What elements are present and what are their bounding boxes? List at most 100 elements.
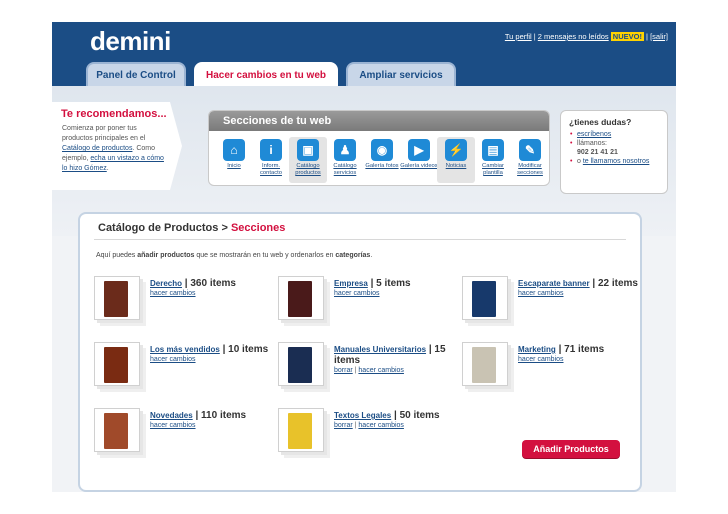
book-cover: [104, 347, 128, 383]
edit-category-link[interactable]: hacer cambios: [518, 356, 564, 363]
category-name-link[interactable]: Textos Legales: [334, 411, 391, 420]
category-name-link[interactable]: Marketing: [518, 345, 556, 354]
add-products-button[interactable]: Añadir Productos: [522, 440, 620, 458]
broadcast-icon: ⚡: [445, 139, 467, 161]
edit-category-link[interactable]: hacer cambios: [334, 290, 380, 297]
category-count: | 5 items: [370, 278, 411, 289]
book-cover: [472, 281, 496, 317]
category-count: | 71 items: [558, 344, 605, 355]
help-box: ¿tienes dudas? escríbenos llámanos: 902 2…: [560, 110, 668, 194]
catalog-panel: Catálogo de Productos > Secciones Aquí p…: [78, 212, 642, 492]
profile-link[interactable]: Tu perfil: [505, 32, 532, 41]
rec-text-1: Comienza por poner tus productos princip…: [62, 125, 146, 142]
edit-category-link[interactable]: hacer cambios: [150, 356, 196, 363]
category-info: Manuales Universitarios | 15 items borra…: [334, 344, 454, 376]
category-thumbnail[interactable]: [94, 408, 140, 452]
rec-text-3: .: [106, 165, 109, 172]
category-count: | 110 items: [195, 410, 247, 421]
section-label: Galería videos: [400, 163, 438, 169]
tab-hacer-cambios[interactable]: Hacer cambios en tu web: [194, 62, 338, 88]
section-inform-contacto[interactable]: i Inform. contacto: [252, 137, 290, 183]
edit-category-link[interactable]: hacer cambios: [150, 422, 196, 429]
section-galeria-fotos[interactable]: ◉ Galería fotos: [363, 137, 401, 183]
help-item-call: llámanos: 902 21 41 21: [569, 139, 659, 157]
home-icon: ⌂: [223, 139, 245, 161]
logo[interactable]: demini: [90, 26, 171, 57]
category-item: Textos Legales | 50 items borrar | hacer…: [278, 408, 448, 462]
film-icon: ▶: [408, 139, 430, 161]
category-info: Escaparate banner | 22 items hacer cambi…: [518, 278, 638, 299]
category-count: | 10 items: [222, 344, 269, 355]
book-cover: [472, 347, 496, 383]
edit-category-link[interactable]: hacer cambios: [358, 367, 404, 374]
category-thumbnail[interactable]: [94, 276, 140, 320]
category-thumbnail[interactable]: [278, 276, 324, 320]
category-info: Novedades | 110 items hacer cambios: [150, 410, 270, 431]
new-badge: NUEVO!: [610, 32, 644, 41]
category-name-link[interactable]: Empresa: [334, 279, 368, 288]
intro-bold-2: categorías: [335, 252, 371, 259]
category-thumbnail[interactable]: [278, 408, 324, 452]
edit-category-link[interactable]: hacer cambios: [150, 290, 196, 297]
category-info: Textos Legales | 50 items borrar | hacer…: [334, 410, 454, 431]
section-noticias[interactable]: ⚡ Noticias: [437, 137, 475, 183]
catalog-intro: Aquí puedes añadir productos que se most…: [96, 252, 640, 259]
category-item: Escaparate banner | 22 items hacer cambi…: [462, 276, 638, 330]
messages-link[interactable]: 2 mensajes no leídos: [538, 32, 609, 41]
catalog-link[interactable]: Catálogo de productos: [62, 145, 132, 152]
logout-link[interactable]: [salir]: [650, 32, 668, 41]
help-title: ¿tienes dudas?: [569, 117, 632, 127]
category-thumbnail[interactable]: [94, 342, 140, 386]
delete-category-link[interactable]: borrar: [334, 367, 353, 374]
tab-ampliar-servicios[interactable]: Ampliar servicios: [346, 62, 456, 86]
help-item-write: escríbenos: [569, 130, 659, 139]
help-item-callback: o te llamamos nosotros: [569, 157, 659, 166]
recommendation-arrow: [170, 102, 182, 190]
section-catalogo-servicios[interactable]: ♟ Catálogo servicios: [326, 137, 364, 183]
section-inicio[interactable]: ⌂ Inicio: [215, 137, 253, 183]
call-us-label: llámanos:: [577, 140, 607, 147]
book-cover: [104, 413, 128, 449]
section-cambiar-plantilla[interactable]: ▤ Cambiar plantilla: [474, 137, 512, 183]
category-item: Derecho | 360 items hacer cambios: [94, 276, 264, 330]
category-item: Empresa | 5 items hacer cambios: [278, 276, 448, 330]
tab-panel-control[interactable]: Panel de Control: [86, 62, 186, 86]
recommendation-title: Te recomendamos...: [61, 108, 167, 120]
sections-title: Secciones de tu web: [209, 111, 549, 131]
callback-link[interactable]: te llamamos nosotros: [583, 158, 650, 165]
section-label: Galería fotos: [365, 163, 399, 169]
recommendation-text: Comienza por poner tus productos princip…: [52, 124, 170, 174]
category-item: Novedades | 110 items hacer cambios: [94, 408, 264, 462]
intro-bold-1: añadir productos: [137, 252, 195, 259]
category-info: Derecho | 360 items hacer cambios: [150, 278, 270, 299]
edit-category-link[interactable]: hacer cambios: [358, 422, 404, 429]
category-name-link[interactable]: Los más vendidos: [150, 345, 220, 354]
book-cover: [288, 413, 312, 449]
category-info: Marketing | 71 items hacer cambios: [518, 344, 638, 365]
delete-category-link[interactable]: borrar: [334, 422, 353, 429]
category-actions: hacer cambios: [150, 289, 270, 299]
camera-icon: ◉: [371, 139, 393, 161]
category-thumbnail[interactable]: [462, 342, 508, 386]
wrench-icon: ✎: [519, 139, 541, 161]
edit-category-link[interactable]: hacer cambios: [518, 290, 564, 297]
breadcrumb-parent[interactable]: Catálogo de Productos: [98, 222, 218, 234]
section-label: Cambiar plantilla: [482, 163, 504, 176]
section-modificar-secciones[interactable]: ✎ Modificar secciones: [511, 137, 549, 183]
category-name-link[interactable]: Derecho: [150, 279, 182, 288]
category-name-link[interactable]: Escaparate banner: [518, 279, 590, 288]
write-us-link[interactable]: escríbenos: [577, 131, 611, 138]
recommendation-box: Te recomendamos... Comienza por poner tu…: [52, 102, 182, 190]
book-cover: [288, 281, 312, 317]
category-count: | 360 items: [184, 278, 236, 289]
breadcrumb: Catálogo de Productos > Secciones: [94, 214, 626, 240]
category-thumbnail[interactable]: [462, 276, 508, 320]
category-name-link[interactable]: Novedades: [150, 411, 193, 420]
book-cover: [288, 347, 312, 383]
category-name-link[interactable]: Manuales Universitarios: [334, 345, 426, 354]
category-thumbnail[interactable]: [278, 342, 324, 386]
breadcrumb-current: Secciones: [230, 222, 286, 234]
section-catalogo-productos[interactable]: ▣ Catálogo productos: [289, 137, 327, 183]
section-galeria-videos[interactable]: ▶ Galería videos: [400, 137, 438, 183]
category-item: Marketing | 71 items hacer cambios: [462, 342, 632, 396]
